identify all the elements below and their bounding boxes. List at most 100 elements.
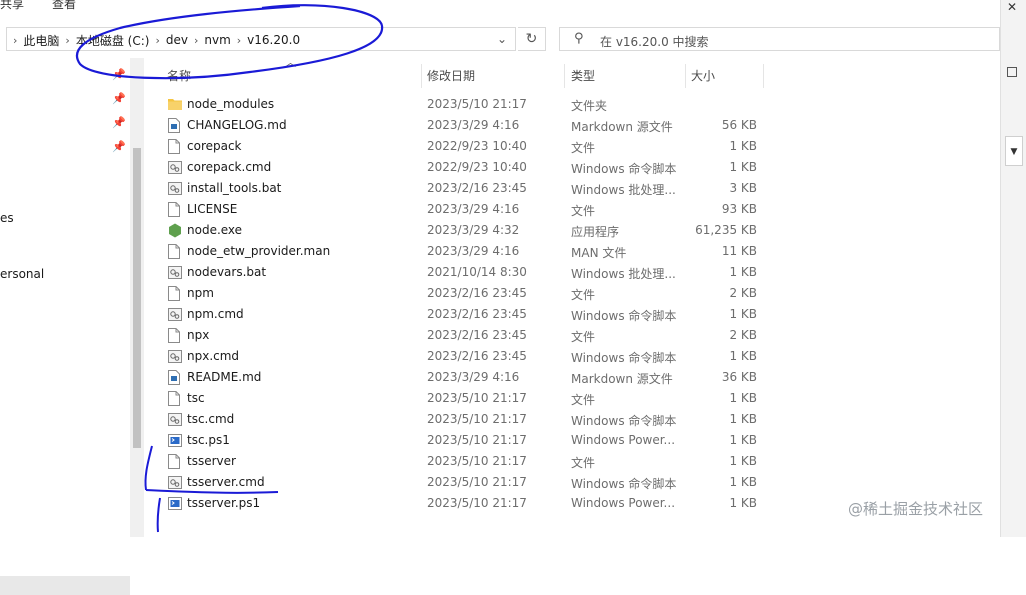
- breadcrumb-nvm[interactable]: nvm: [204, 33, 230, 47]
- file-size: 11 KB: [721, 244, 757, 258]
- address-row: › 此电脑 › 本地磁盘 (C:) › dev › nvm › v16.20.0…: [0, 20, 1000, 58]
- file-icon: [168, 139, 182, 155]
- file-date: 2023/3/29 4:16: [427, 202, 520, 216]
- search-icon: ⚲: [574, 31, 584, 46]
- file-icon: [168, 244, 182, 260]
- file-row[interactable]: tsc 2023/5/10 21:17 文件 1 KB: [145, 388, 785, 409]
- file-date: 2023/5/10 21:17: [427, 433, 527, 447]
- breadcrumb-dev[interactable]: dev: [166, 33, 188, 47]
- scrollbar-thumb[interactable]: [133, 148, 141, 448]
- file-row[interactable]: node_etw_provider.man 2023/3/29 4:16 MAN 文…: [145, 241, 785, 262]
- file-size: 56 KB: [721, 118, 757, 132]
- file-size: 61,235 KB: [695, 223, 757, 237]
- file-name: tsserver.cmd: [187, 475, 265, 489]
- search-input[interactable]: ⚲ 在 v16.20.0 中搜索: [559, 27, 1000, 51]
- file-name: corepack.cmd: [187, 160, 272, 174]
- file-type: Windows Power...: [571, 433, 676, 447]
- file-row[interactable]: npm.cmd 2023/2/16 23:45 Windows 命令脚本 1 KB: [145, 304, 785, 325]
- breadcrumb-local-disk[interactable]: 本地磁盘 (C:): [76, 32, 150, 49]
- file-row[interactable]: tsserver 2023/5/10 21:17 文件 1 KB: [145, 451, 785, 472]
- column-divider[interactable]: [564, 64, 565, 88]
- nav-horizontal-scrollbar[interactable]: [0, 576, 130, 595]
- column-divider[interactable]: [421, 64, 422, 88]
- file-row[interactable]: LICENSE 2023/3/29 4:16 文件 93 KB: [145, 199, 785, 220]
- file-name: node_etw_provider.man: [187, 244, 331, 258]
- chevron-right-icon[interactable]: ›: [231, 34, 247, 47]
- nav-scrollbar[interactable]: [130, 58, 144, 537]
- file-row[interactable]: tsserver.cmd 2023/5/10 21:17 Windows 命令脚本 1…: [145, 472, 785, 493]
- nav-item[interactable]: es: [0, 211, 14, 225]
- ribbon-tab-view[interactable]: 查看: [52, 0, 76, 12]
- file-date: 2023/2/16 23:45: [427, 286, 527, 300]
- file-row[interactable]: nodevars.bat 2021/10/14 8:30 Windows 批处理..…: [145, 262, 785, 283]
- script-file-icon: [168, 412, 182, 428]
- sort-ascending-icon: ︿: [285, 56, 296, 69]
- file-list: 名称 ︿ 修改日期 类型 大小 node_modules 2023/5/10 21…: [145, 56, 1000, 537]
- file-icon: [168, 286, 182, 302]
- file-row[interactable]: npm 2023/2/16 23:45 文件 2 KB: [145, 283, 785, 304]
- file-name: node.exe: [187, 223, 243, 237]
- file-name: tsc.cmd: [187, 412, 235, 426]
- file-row[interactable]: npx 2023/2/16 23:45 文件 2 KB: [145, 325, 785, 346]
- chevron-right-icon[interactable]: ›: [7, 34, 23, 47]
- pin-icon[interactable]: 📌: [112, 140, 126, 153]
- close-icon[interactable]: ✕: [1007, 0, 1017, 14]
- file-type: Windows Power...: [571, 496, 676, 510]
- maximize-icon[interactable]: [1007, 67, 1017, 77]
- file-size: 1 KB: [729, 454, 757, 468]
- file-name: tsc.ps1: [187, 433, 230, 447]
- file-date: 2023/5/10 21:17: [427, 97, 527, 111]
- file-type: 应用程序: [571, 225, 620, 239]
- file-row[interactable]: node_modules 2023/5/10 21:17 文件夹: [145, 94, 785, 115]
- column-header-size[interactable]: 大小: [691, 64, 715, 88]
- file-row[interactable]: corepack.cmd 2022/9/23 10:40 Windows 命令脚本 1…: [145, 157, 785, 178]
- file-type: 文件: [571, 204, 596, 218]
- background-window-edge: ✕ ▼: [1000, 0, 1026, 537]
- file-row[interactable]: tsc.cmd 2023/5/10 21:17 Windows 命令脚本 1 KB: [145, 409, 785, 430]
- refresh-button[interactable]: ↻: [518, 27, 546, 51]
- file-size: 1 KB: [729, 475, 757, 489]
- pin-icon[interactable]: 📌: [112, 92, 126, 105]
- file-type: Windows 批处理...: [571, 183, 676, 197]
- file-date: 2023/2/16 23:45: [427, 349, 527, 363]
- file-size: 3 KB: [729, 181, 757, 195]
- column-header-name[interactable]: 名称: [167, 64, 191, 88]
- chevron-down-icon[interactable]: ⌄: [497, 32, 507, 46]
- pin-icon[interactable]: 📌: [112, 68, 126, 81]
- file-name: install_tools.bat: [187, 181, 282, 195]
- file-row[interactable]: CHANGELOG.md 2023/3/29 4:16 Markdown 源文件 56…: [145, 115, 785, 136]
- ribbon: 共享 查看: [0, 0, 1000, 20]
- file-name: npx: [187, 328, 210, 342]
- file-row[interactable]: tsserver.ps1 2023/5/10 21:17 Windows Power…: [145, 493, 785, 514]
- chevron-right-icon[interactable]: ›: [59, 34, 75, 47]
- chevron-down-icon[interactable]: ▼: [1005, 136, 1023, 166]
- breadcrumb-this-pc[interactable]: 此电脑: [23, 32, 59, 49]
- file-size: 1 KB: [729, 433, 757, 447]
- file-type: Markdown 源文件: [571, 372, 673, 386]
- file-row[interactable]: install_tools.bat 2023/2/16 23:45 Windows …: [145, 178, 785, 199]
- file-row[interactable]: npx.cmd 2023/2/16 23:45 Windows 命令脚本 1 KB: [145, 346, 785, 367]
- file-size: 1 KB: [729, 349, 757, 363]
- file-row[interactable]: node.exe 2023/3/29 4:32 应用程序 61,235 KB: [145, 220, 785, 241]
- ribbon-tab-share[interactable]: 共享: [0, 0, 24, 12]
- chevron-right-icon[interactable]: ›: [188, 34, 204, 47]
- file-size: 1 KB: [729, 307, 757, 321]
- file-size: 2 KB: [729, 286, 757, 300]
- file-date: 2023/3/29 4:16: [427, 370, 520, 384]
- pin-icon[interactable]: 📌: [112, 116, 126, 129]
- file-type: 文件: [571, 393, 596, 407]
- file-row[interactable]: tsc.ps1 2023/5/10 21:17 Windows Power... 1 …: [145, 430, 785, 451]
- column-header-date[interactable]: 修改日期: [427, 64, 475, 88]
- file-row[interactable]: corepack 2022/9/23 10:40 文件 1 KB: [145, 136, 785, 157]
- file-date: 2023/5/10 21:17: [427, 496, 527, 510]
- chevron-right-icon[interactable]: ›: [149, 34, 165, 47]
- breadcrumb-version[interactable]: v16.20.0: [247, 33, 300, 47]
- column-divider[interactable]: [763, 64, 764, 88]
- file-date: 2023/3/29 4:16: [427, 244, 520, 258]
- nav-item[interactable]: ersonal: [0, 267, 44, 281]
- column-header-type[interactable]: 类型: [571, 64, 595, 88]
- file-icon: [168, 391, 182, 407]
- address-bar[interactable]: › 此电脑 › 本地磁盘 (C:) › dev › nvm › v16.20.0…: [6, 27, 516, 51]
- file-row[interactable]: README.md 2023/3/29 4:16 Markdown 源文件 36 KB: [145, 367, 785, 388]
- column-divider[interactable]: [685, 64, 686, 88]
